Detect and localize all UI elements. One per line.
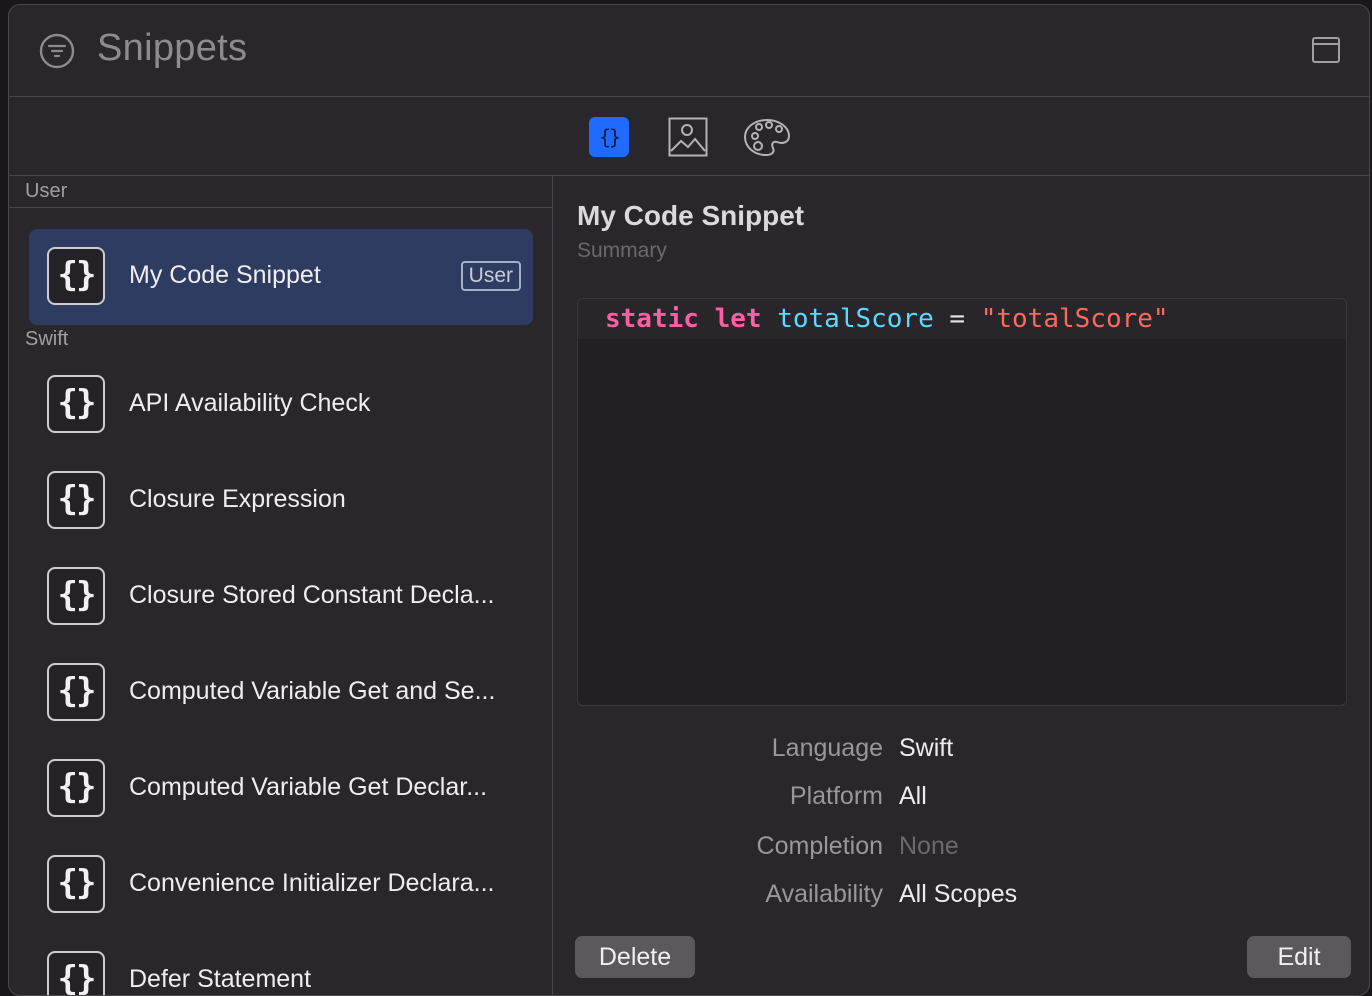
property-value: None bbox=[899, 832, 959, 860]
tab-media[interactable] bbox=[668, 117, 708, 157]
list-item[interactable]: {} Defer Statement bbox=[29, 933, 533, 995]
code-operator: = bbox=[949, 304, 966, 334]
section-header-user: User bbox=[25, 180, 68, 202]
list-item-my-code-snippet[interactable]: {} My Code Snippet User bbox=[29, 229, 533, 325]
curly-braces-icon: {} bbox=[47, 375, 105, 433]
property-value: Swift bbox=[899, 734, 954, 762]
property-value: All bbox=[899, 782, 927, 810]
property-availability: Availability All Scopes bbox=[553, 880, 1369, 916]
image-icon bbox=[668, 117, 708, 157]
item-label: Computed Variable Get Declar... bbox=[129, 773, 488, 801]
item-label: Defer Statement bbox=[129, 965, 312, 993]
property-platform: Platform All bbox=[553, 782, 1369, 818]
code-preview[interactable]: static let totalScore = "totalScore" bbox=[577, 298, 1347, 706]
list-item[interactable]: {} Computed Variable Get Declar... bbox=[29, 741, 533, 837]
curly-braces-icon: {} bbox=[47, 951, 105, 995]
list-item[interactable]: {} Computed Variable Get and Se... bbox=[29, 645, 533, 741]
snippet-title: My Code Snippet bbox=[577, 200, 805, 231]
property-label: Platform bbox=[789, 782, 883, 810]
tab-colors[interactable] bbox=[743, 117, 791, 157]
curly-braces-icon: {} bbox=[47, 759, 105, 817]
curly-braces-icon: {} bbox=[47, 567, 105, 625]
window-title: Snippets bbox=[97, 27, 248, 69]
curly-braces-icon: {} bbox=[47, 247, 105, 305]
section-header-swift: Swift bbox=[25, 328, 69, 350]
snippet-detail: My Code Snippet Summary static let total… bbox=[553, 176, 1369, 995]
snippets-window: Snippets {} User {} My Code Snippet User… bbox=[8, 4, 1370, 996]
item-label: Closure Expression bbox=[129, 485, 346, 513]
property-label: Availability bbox=[765, 880, 883, 908]
item-label: My Code Snippet bbox=[129, 261, 321, 289]
delete-button[interactable]: Delete bbox=[575, 936, 695, 978]
edit-button[interactable]: Edit bbox=[1247, 936, 1351, 978]
snippet-list: User {} My Code Snippet User Swift {} AP… bbox=[9, 176, 553, 995]
window-toggle-icon[interactable] bbox=[1311, 35, 1341, 65]
item-label: Convenience Initializer Declara... bbox=[129, 869, 495, 897]
item-label: Closure Stored Constant Decla... bbox=[129, 581, 495, 609]
curly-braces-icon: {} bbox=[47, 471, 105, 529]
item-label: API Availability Check bbox=[129, 389, 371, 417]
curly-braces-icon: {} bbox=[47, 855, 105, 913]
property-label: Completion bbox=[756, 832, 883, 860]
code-keyword: static bbox=[605, 304, 699, 334]
property-label: Language bbox=[771, 734, 883, 762]
code-identifier: totalScore bbox=[777, 304, 934, 334]
curly-braces-icon: {} bbox=[47, 663, 105, 721]
user-badge: User bbox=[460, 261, 521, 291]
tab-code-snippets[interactable]: {} bbox=[589, 117, 629, 157]
code-keyword: let bbox=[714, 304, 762, 334]
filter-icon[interactable] bbox=[39, 33, 75, 69]
palette-icon bbox=[743, 118, 791, 157]
property-completion: Completion None bbox=[553, 832, 1369, 868]
library-tab-bar: {} bbox=[9, 97, 1369, 176]
library-header: Snippets bbox=[9, 5, 1369, 97]
curly-braces-icon: {} bbox=[599, 125, 619, 149]
snippet-summary: Summary bbox=[577, 239, 667, 262]
section-divider bbox=[9, 207, 552, 208]
item-label: Computed Variable Get and Se... bbox=[129, 677, 496, 705]
code-line: static let totalScore = "totalScore" bbox=[578, 299, 1346, 339]
property-value: All Scopes bbox=[899, 880, 1018, 908]
code-string: "totalScore" bbox=[980, 304, 1169, 334]
list-item[interactable]: {} Convenience Initializer Declara... bbox=[29, 837, 533, 933]
property-language: Language Swift bbox=[553, 734, 1369, 770]
list-item[interactable]: {} Closure Expression bbox=[29, 453, 533, 549]
list-item[interactable]: {} Closure Stored Constant Decla... bbox=[29, 549, 533, 645]
list-item[interactable]: {} API Availability Check bbox=[29, 357, 533, 453]
